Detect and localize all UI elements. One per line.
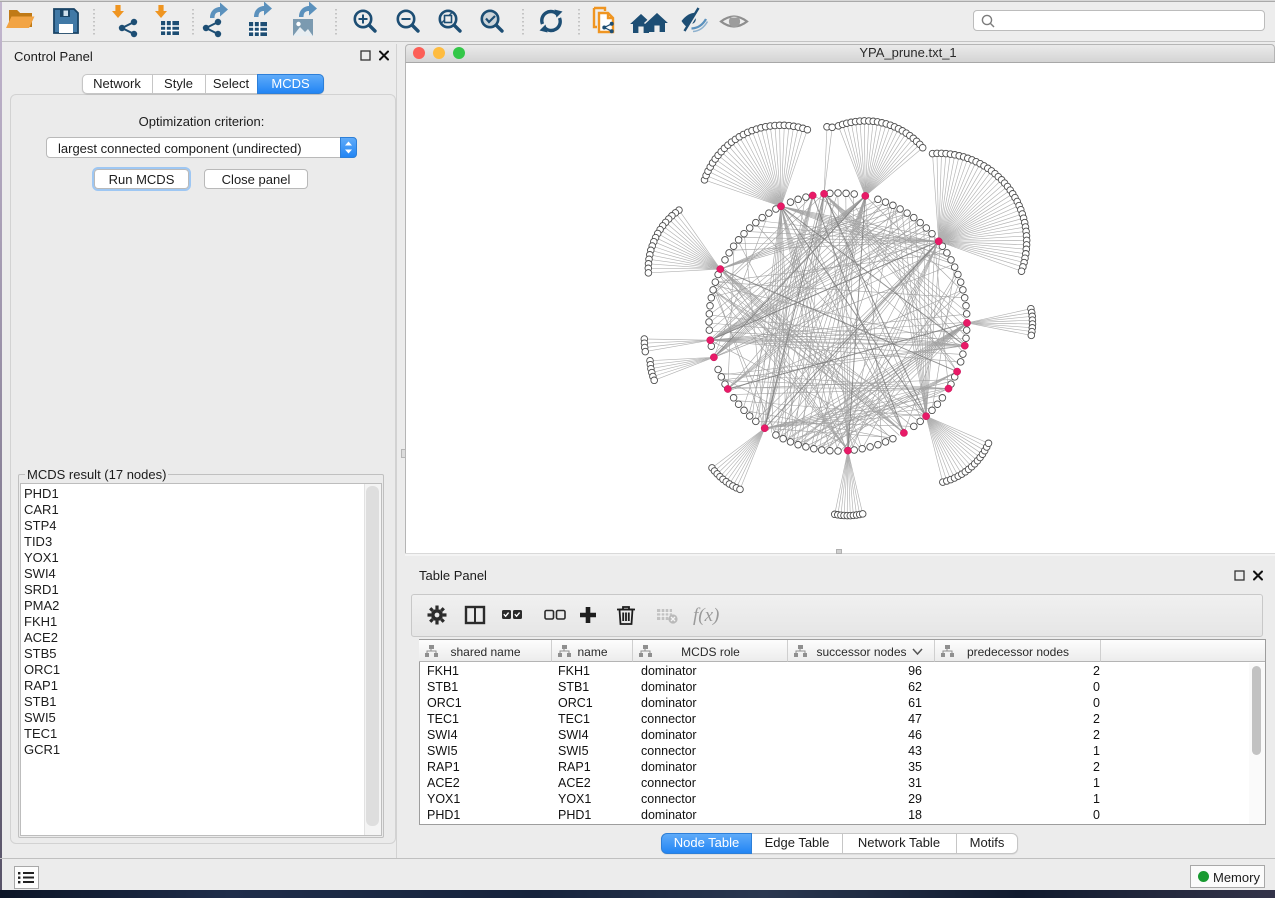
svg-text:f(x): f(x) bbox=[693, 605, 719, 626]
